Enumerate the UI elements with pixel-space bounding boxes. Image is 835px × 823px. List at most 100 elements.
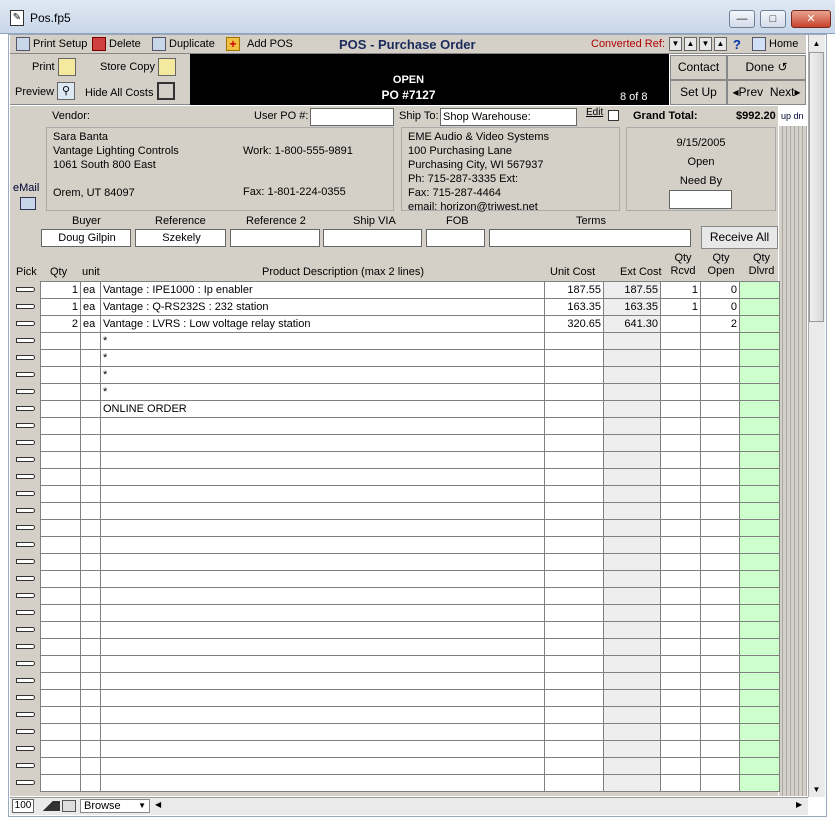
ship-to-checkbox[interactable] <box>608 110 619 121</box>
cell-ext-cost[interactable] <box>603 485 661 503</box>
cell-qty-open[interactable] <box>700 553 740 571</box>
cell-qty-dlvrd[interactable] <box>739 485 780 503</box>
pick-arrow-icon[interactable] <box>13 706 39 723</box>
cell-ext-cost[interactable] <box>603 536 661 554</box>
cell-qty-rcvd[interactable] <box>660 672 701 690</box>
cell-qty-rcvd[interactable] <box>660 349 701 367</box>
cell-unit-cost[interactable]: 320.65 <box>544 315 604 333</box>
cell-unit-cost[interactable] <box>544 349 604 367</box>
cell-ext-cost[interactable] <box>603 723 661 741</box>
cell-qty[interactable] <box>40 774 81 792</box>
cell-ext-cost[interactable] <box>603 519 661 537</box>
cell-qty-open[interactable] <box>700 332 740 350</box>
cell-qty-rcvd[interactable] <box>660 723 701 741</box>
ship-via-input[interactable] <box>323 229 422 247</box>
cell-qty-dlvrd[interactable] <box>739 502 780 520</box>
cell-description[interactable] <box>100 502 545 520</box>
terms-input[interactable] <box>489 229 691 247</box>
next-button[interactable]: Next▸ <box>770 85 801 99</box>
cell-qty-open[interactable] <box>700 706 740 724</box>
cell-unit-cost[interactable] <box>544 723 604 741</box>
cell-qty[interactable]: 1 <box>40 281 81 299</box>
cell-unit[interactable] <box>80 723 101 741</box>
cell-ext-cost[interactable] <box>603 553 661 571</box>
help-button[interactable]: ? <box>733 37 741 52</box>
cell-qty-open[interactable] <box>700 672 740 690</box>
done-button[interactable]: Done ↺ <box>727 55 806 80</box>
cell-ext-cost[interactable] <box>603 451 661 469</box>
cell-unit[interactable] <box>80 417 101 435</box>
cell-ext-cost[interactable]: 163.35 <box>603 298 661 316</box>
cell-unit-cost[interactable] <box>544 519 604 537</box>
cell-qty-rcvd[interactable]: 1 <box>660 281 701 299</box>
cell-description[interactable] <box>100 638 545 656</box>
cell-qty-dlvrd[interactable] <box>739 451 780 469</box>
cell-unit[interactable] <box>80 570 101 588</box>
maximize-button[interactable]: □ <box>760 10 786 28</box>
cell-qty-dlvrd[interactable] <box>739 315 780 333</box>
store-copy-button[interactable]: Store Copy <box>100 61 155 73</box>
pick-arrow-icon[interactable] <box>13 604 39 621</box>
cell-description[interactable] <box>100 570 545 588</box>
cell-description[interactable] <box>100 553 545 571</box>
cell-ext-cost[interactable] <box>603 757 661 775</box>
cell-qty-rcvd[interactable] <box>660 740 701 758</box>
pick-arrow-icon[interactable] <box>13 502 39 519</box>
cell-qty-open[interactable]: 2 <box>700 315 740 333</box>
cell-qty[interactable] <box>40 485 81 503</box>
cell-description[interactable]: ONLINE ORDER <box>100 400 545 418</box>
contact-button[interactable]: Contact <box>670 55 727 80</box>
cell-qty[interactable] <box>40 349 81 367</box>
cell-qty-dlvrd[interactable] <box>739 638 780 656</box>
cell-qty-open[interactable] <box>700 349 740 367</box>
cell-qty-dlvrd[interactable] <box>739 332 780 350</box>
pick-arrow-icon[interactable] <box>13 740 39 757</box>
fob-input[interactable] <box>426 229 485 247</box>
cell-description[interactable] <box>100 468 545 486</box>
cell-unit-cost[interactable] <box>544 383 604 401</box>
scroll-down-icon[interactable]: ▼ <box>809 782 824 797</box>
cell-unit-cost[interactable] <box>544 570 604 588</box>
cell-qty-rcvd[interactable] <box>660 400 701 418</box>
cell-qty-dlvrd[interactable] <box>739 604 780 622</box>
cell-description[interactable] <box>100 774 545 792</box>
pick-arrow-icon[interactable] <box>13 468 39 485</box>
cell-qty[interactable] <box>40 502 81 520</box>
cell-qty[interactable] <box>40 519 81 537</box>
cell-description[interactable] <box>100 451 545 469</box>
cell-qty-rcvd[interactable] <box>660 587 701 605</box>
cell-qty[interactable] <box>40 383 81 401</box>
cell-qty[interactable] <box>40 468 81 486</box>
pick-arrow-icon[interactable] <box>13 757 39 774</box>
print-setup-button[interactable]: Print Setup <box>16 37 87 52</box>
cell-unit-cost[interactable] <box>544 689 604 707</box>
pick-arrow-icon[interactable] <box>13 689 39 706</box>
cell-unit[interactable] <box>80 757 101 775</box>
store-copy-icon[interactable] <box>158 58 176 76</box>
cell-qty-open[interactable] <box>700 536 740 554</box>
cell-unit[interactable] <box>80 519 101 537</box>
cell-qty[interactable] <box>40 332 81 350</box>
cell-qty-rcvd[interactable] <box>660 366 701 384</box>
cell-qty[interactable] <box>40 570 81 588</box>
cell-unit[interactable] <box>80 553 101 571</box>
cell-unit-cost[interactable] <box>544 485 604 503</box>
cell-unit-cost[interactable] <box>544 332 604 350</box>
duplicate-button[interactable]: Duplicate <box>152 37 215 52</box>
cell-qty-rcvd[interactable] <box>660 434 701 452</box>
cell-qty-rcvd[interactable] <box>660 638 701 656</box>
need-by-input[interactable] <box>669 190 732 209</box>
cell-qty-rcvd[interactable] <box>660 706 701 724</box>
scroll-right-icon[interactable]: ▶ <box>796 800 802 809</box>
cell-qty-dlvrd[interactable] <box>739 587 780 605</box>
cell-qty[interactable] <box>40 638 81 656</box>
cell-ext-cost[interactable] <box>603 621 661 639</box>
pick-arrow-icon[interactable] <box>13 485 39 502</box>
cell-unit-cost[interactable] <box>544 655 604 673</box>
pick-arrow-icon[interactable] <box>13 417 39 434</box>
cell-description[interactable] <box>100 740 545 758</box>
cell-qty-rcvd[interactable] <box>660 621 701 639</box>
cell-qty-dlvrd[interactable] <box>739 536 780 554</box>
status-area-toggle-icon[interactable] <box>62 800 76 812</box>
cell-qty-dlvrd[interactable] <box>739 349 780 367</box>
